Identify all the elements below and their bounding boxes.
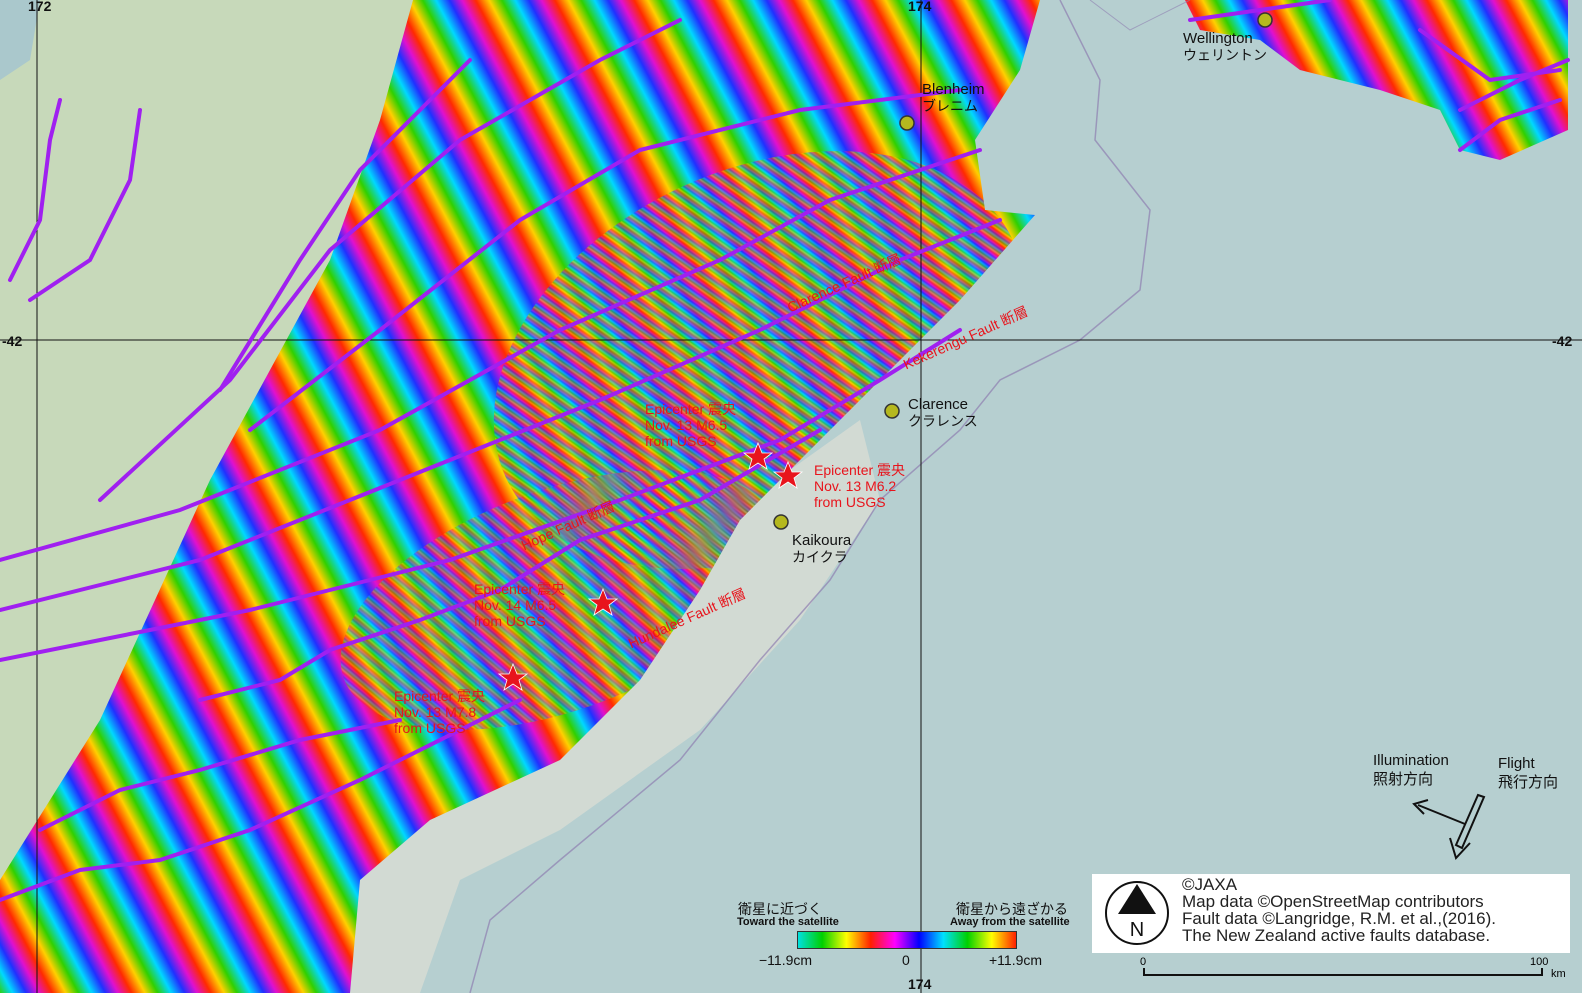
interferogram-map: [0, 0, 1582, 993]
attribution-text: ©JAXA Map data ©OpenStreetMap contributo…: [1182, 875, 1496, 945]
north-arrow-icon: N: [1105, 881, 1169, 945]
lat-label-right: -42: [1552, 333, 1573, 349]
city-label-blenheim: Blenheim ブレニム: [922, 81, 985, 115]
illumination-label: Illumination 照射方向: [1373, 752, 1449, 788]
city-label-wellington: Wellington ウェリントン: [1183, 30, 1267, 64]
epicenter-label: Epicenter 震央 Nov. 14 M6.5 from USGS: [474, 581, 566, 630]
lon-label-mid-bottom: 174: [908, 976, 932, 992]
wellington-marker: [1257, 12, 1273, 28]
flight-label: Flight 飛行方向: [1498, 755, 1559, 791]
epicenter-label: Epicenter 震央 Nov. 13 M6.5 from USGS: [645, 401, 737, 450]
lat-label-left: -42: [2, 333, 23, 349]
epicenter-label: Epicenter 震央 Nov. 13 M7.8 from USGS: [394, 688, 486, 737]
scale-unit: km: [1551, 968, 1566, 980]
city-label-clarence: Clarence クラレンス: [908, 396, 978, 430]
legend-zero: 0: [902, 952, 910, 968]
lon-label-mid-top: 174: [908, 0, 932, 14]
legend-toward-en: Toward the satellite: [737, 916, 839, 928]
scale-max: 100: [1530, 956, 1549, 968]
lon-label-left: 172: [28, 0, 52, 14]
legend-color-bar: [797, 931, 1017, 949]
clarence-marker: [884, 403, 900, 419]
city-label-kaikoura: Kaikoura カイクラ: [792, 532, 852, 566]
north-letter: N: [1130, 919, 1144, 941]
scale-zero: 0: [1140, 956, 1147, 968]
blenheim-marker: [899, 115, 915, 131]
legend-max: +11.9cm: [989, 952, 1043, 968]
legend-min: −11.9cm: [759, 952, 813, 968]
legend-away-en: Away from the satellite: [950, 916, 1070, 928]
attribution-box: N ©JAXA Map data ©OpenStreetMap contribu…: [1092, 874, 1570, 953]
epicenter-label: Epicenter 震央 Nov. 13 M6.2 from USGS: [814, 462, 906, 511]
kaikoura-marker: [773, 514, 789, 530]
